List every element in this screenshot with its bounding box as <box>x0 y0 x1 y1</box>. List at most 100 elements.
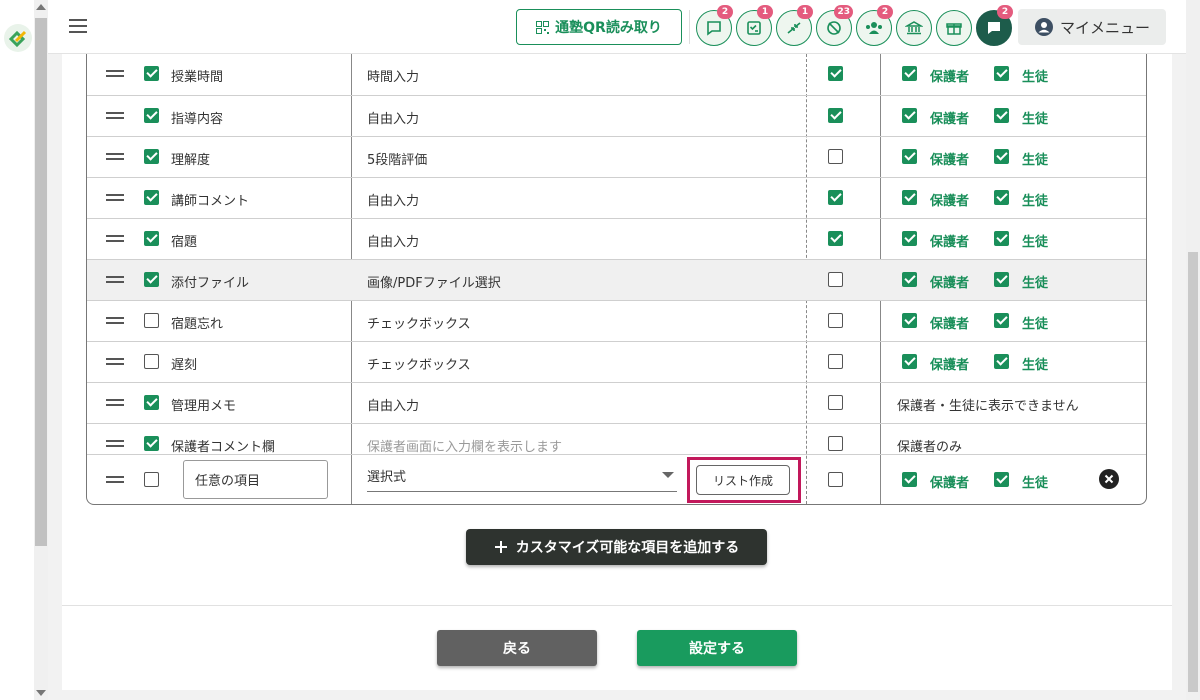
drag-handle-icon[interactable] <box>106 194 124 201</box>
qr-scan-button[interactable]: 通塾QR読み取り <box>516 9 682 45</box>
scrollbar-thumb[interactable] <box>35 18 47 546</box>
student-visible-checkbox[interactable] <box>994 108 1009 123</box>
drag-handle-icon[interactable] <box>106 112 124 119</box>
item-input-type: 保護者画面に入力欄を表示します <box>367 440 563 455</box>
item-enable-checkbox[interactable] <box>144 313 159 328</box>
custom-item-name-input[interactable] <box>183 460 328 499</box>
table-row: 指導内容 自由入力 保護者 生徒 <box>87 95 1146 136</box>
drag-handle-icon[interactable] <box>106 153 124 160</box>
gift-icon[interactable] <box>936 10 972 46</box>
student-label: 生徒 <box>1022 317 1049 332</box>
item-enable-checkbox[interactable] <box>144 272 159 287</box>
student-label: 生徒 <box>1022 358 1049 373</box>
drag-handle-icon[interactable] <box>106 358 124 365</box>
guardian-visible-checkbox[interactable] <box>902 313 917 328</box>
guardian-visible-checkbox[interactable] <box>902 231 917 246</box>
absence-icon[interactable]: 23 <box>816 5 853 46</box>
remove-item-icon[interactable] <box>1099 469 1119 489</box>
required-checkbox[interactable] <box>828 472 843 487</box>
student-visible-checkbox[interactable] <box>994 472 1009 487</box>
report-check-icon[interactable]: 1 <box>736 5 773 46</box>
school-icon[interactable] <box>896 10 932 46</box>
drag-handle-icon[interactable] <box>106 70 124 77</box>
message-badge: 2 <box>717 5 733 19</box>
chat-icon[interactable]: 2 <box>976 5 1013 46</box>
scroll-up-arrow-icon[interactable] <box>36 4 46 10</box>
required-checkbox[interactable] <box>828 313 843 328</box>
student-visible-checkbox[interactable] <box>994 354 1009 369</box>
my-menu-button[interactable]: マイメニュー <box>1018 9 1166 45</box>
scrollbar-thumb[interactable] <box>1188 252 1198 692</box>
hamburger-menu-icon[interactable] <box>69 19 87 33</box>
add-custom-item-button[interactable]: カスタマイズ可能な項目を追加する <box>466 529 767 565</box>
account-circle-icon <box>1034 18 1053 36</box>
scroll-down-arrow-icon[interactable] <box>36 690 46 696</box>
item-name: 添付ファイル <box>171 276 250 291</box>
drag-handle-icon[interactable] <box>106 399 124 406</box>
chevron-down-icon <box>662 472 674 478</box>
required-checkbox[interactable] <box>828 231 843 246</box>
item-name: 授業時間 <box>171 70 224 85</box>
item-enable-checkbox[interactable] <box>144 66 159 81</box>
page-scrollbar[interactable] <box>34 0 48 700</box>
item-name: 指導内容 <box>171 112 224 127</box>
student-visible-checkbox[interactable] <box>994 231 1009 246</box>
qr-scan-label: 通塾QR読み取り <box>555 20 662 36</box>
required-checkbox[interactable] <box>828 354 843 369</box>
required-checkbox[interactable] <box>828 149 843 164</box>
student-visible-checkbox[interactable] <box>994 272 1009 287</box>
drag-handle-icon[interactable] <box>106 276 124 283</box>
item-input-type: 自由入力 <box>367 112 420 127</box>
create-list-button[interactable]: リスト作成 <box>696 465 790 495</box>
item-input-type: 5段階評価 <box>367 153 428 168</box>
student-label: 生徒 <box>1022 235 1049 250</box>
guardian-visible-checkbox[interactable] <box>902 190 917 205</box>
guardian-visible-checkbox[interactable] <box>902 66 917 81</box>
app-logo-icon[interactable] <box>4 24 32 52</box>
guardian-visible-checkbox[interactable] <box>902 354 917 369</box>
required-checkbox[interactable] <box>828 190 843 205</box>
transfer-badge: 1 <box>797 5 813 19</box>
drag-handle-icon[interactable] <box>106 476 124 483</box>
guardian-visible-checkbox[interactable] <box>902 108 917 123</box>
guardian-visible-checkbox[interactable] <box>902 272 917 287</box>
student-visible-checkbox[interactable] <box>994 149 1009 164</box>
required-checkbox[interactable] <box>828 66 843 81</box>
content-scrollbar[interactable] <box>1186 0 1200 700</box>
settings-card: 選択式 リスト作成 保護者 生徒 授業時間時間入力保護者生徒指導内容自由入力保護… <box>62 54 1172 690</box>
back-button[interactable]: 戻る <box>437 630 597 666</box>
group-icon[interactable]: 2 <box>856 5 893 46</box>
transfer-icon[interactable]: 1 <box>776 5 813 46</box>
report-items-table: 選択式 リスト作成 保護者 生徒 授業時間時間入力保護者生徒指導内容自由入力保護… <box>86 54 1147 505</box>
required-checkbox[interactable] <box>828 272 843 287</box>
required-checkbox[interactable] <box>828 108 843 123</box>
drag-handle-icon[interactable] <box>106 317 124 324</box>
required-checkbox[interactable] <box>828 436 843 451</box>
item-enable-checkbox[interactable] <box>144 231 159 246</box>
student-label: 生徒 <box>1022 194 1049 209</box>
item-enable-checkbox[interactable] <box>144 108 159 123</box>
add-custom-item-label: カスタマイズ可能な項目を追加する <box>515 540 740 556</box>
table-row: 添付ファイル 画像/PDFファイル選択 保護者 生徒 <box>87 259 1146 300</box>
guardian-visible-checkbox[interactable] <box>902 149 917 164</box>
app-header: 通塾QR読み取り 2 1 1 23 2 2 マイメニュー <box>48 0 1186 54</box>
student-visible-checkbox[interactable] <box>994 190 1009 205</box>
drag-handle-icon[interactable] <box>106 235 124 242</box>
item-enable-checkbox[interactable] <box>144 354 159 369</box>
required-checkbox[interactable] <box>828 395 843 410</box>
guardian-visible-checkbox[interactable] <box>902 472 917 487</box>
item-enable-checkbox[interactable] <box>144 395 159 410</box>
save-settings-button[interactable]: 設定する <box>637 630 797 666</box>
student-visible-checkbox[interactable] <box>994 66 1009 81</box>
guardian-label: 保護者 <box>930 317 970 332</box>
message-icon[interactable]: 2 <box>696 5 733 46</box>
table-row: 宿題忘れ チェックボックス 保護者 生徒 <box>87 300 1146 341</box>
my-menu-label: マイメニュー <box>1059 18 1150 37</box>
item-enable-checkbox[interactable] <box>144 436 159 451</box>
item-enable-checkbox[interactable] <box>144 190 159 205</box>
custom-item-enable-checkbox[interactable] <box>144 472 159 487</box>
drag-handle-icon[interactable] <box>106 440 124 447</box>
student-visible-checkbox[interactable] <box>994 313 1009 328</box>
item-name: 宿題忘れ <box>171 317 224 332</box>
item-enable-checkbox[interactable] <box>144 149 159 164</box>
